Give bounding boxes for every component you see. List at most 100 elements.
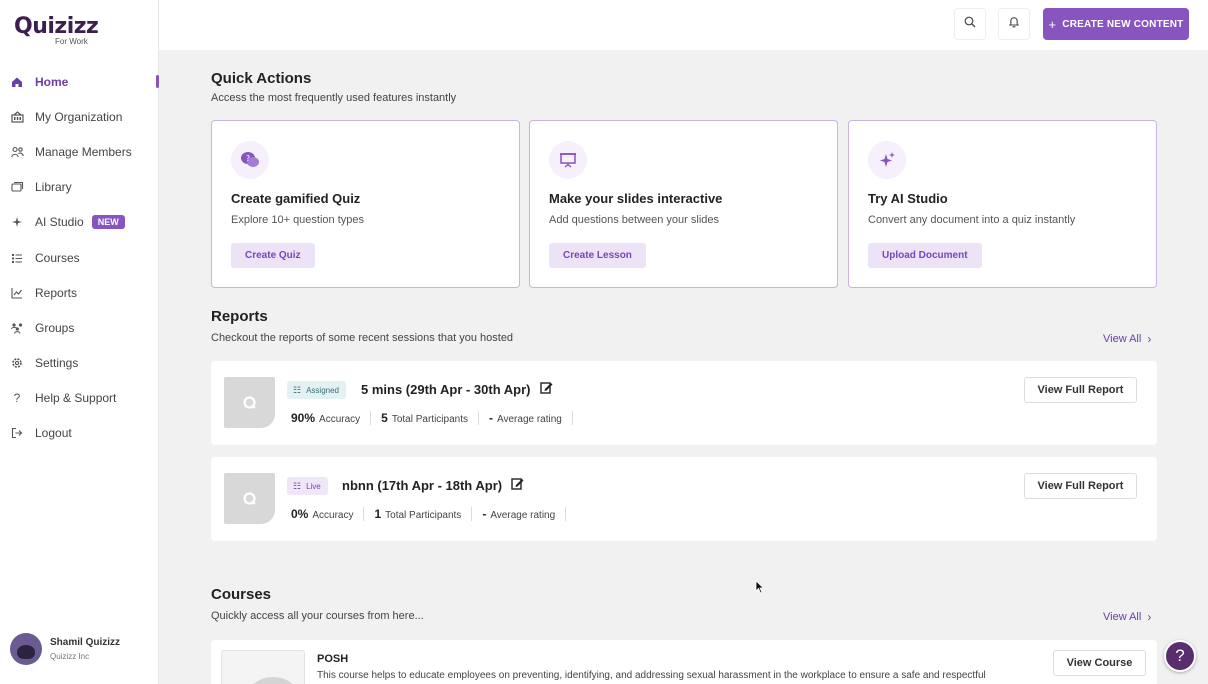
list-icon: ☷	[293, 384, 302, 395]
search-icon	[964, 15, 976, 33]
plus-icon: +	[1048, 16, 1057, 32]
courses-icon	[10, 251, 24, 265]
user-name: Shamil Quizizz	[50, 637, 121, 648]
accuracy-label: Accuracy	[312, 510, 354, 521]
sidebar-item-logout[interactable]: Logout	[0, 416, 159, 451]
sidebar-item-label: Groups	[35, 320, 75, 335]
logout-icon	[10, 426, 24, 440]
reports-view-all-link[interactable]: View All ›	[1103, 332, 1151, 346]
sparkle-icon	[10, 215, 24, 229]
accuracy-stat: 0% Accuracy	[291, 507, 365, 521]
create-new-content-button[interactable]: + CREATE NEW CONTENT	[1043, 8, 1189, 40]
list-icon: ☷	[293, 480, 302, 491]
chevron-right-icon: ›	[1147, 610, 1152, 624]
sidebar-item-label: Help & Support	[35, 391, 117, 406]
sidebar-item-home[interactable]: Home	[0, 64, 159, 99]
quick-action-title: Create gamified Quiz	[231, 191, 361, 206]
create-new-content-label: CREATE NEW CONTENT	[1062, 18, 1184, 30]
rating-value: -	[482, 507, 487, 521]
report-title-text: nbnn (17th Apr - 18th Apr)	[342, 477, 503, 493]
logo-subtext: For Work	[55, 37, 88, 46]
course-card[interactable]: POSH This course helps to educate employ…	[211, 640, 1157, 684]
quick-action-desc: Explore 10+ question types	[231, 214, 365, 226]
svg-text:?: ?	[246, 154, 250, 163]
reports-subtitle: Checkout the reports of some recent sess…	[211, 332, 514, 344]
accuracy-stat: 90% Accuracy	[291, 411, 372, 425]
sidebar-item-library[interactable]: Library	[0, 170, 159, 205]
user-profile[interactable]: Shamil Quizizz Quizizz Inc	[10, 633, 120, 665]
avatar	[10, 633, 42, 665]
topbar: + CREATE NEW CONTENT	[159, 0, 1208, 50]
sidebar-item-label: My Organization	[35, 109, 123, 124]
sidebar-nav: Home My Organization Manage Members Libr…	[0, 64, 159, 451]
sidebar-item-reports[interactable]: Reports	[0, 275, 159, 310]
courses-title: Courses	[211, 586, 272, 603]
notifications-button[interactable]	[998, 8, 1030, 40]
groups-icon	[10, 321, 24, 335]
rating-stat: - Average rating	[482, 507, 567, 521]
rating-value: -	[489, 411, 493, 425]
report-stats: 90% Accuracy 5 Total Participants - Average…	[291, 411, 583, 425]
status-badge: ☷ Assigned	[287, 381, 346, 399]
report-card[interactable]: ☷ Live nbnn (17th Apr - 18th Apr) 0% Accur…	[211, 457, 1157, 541]
courses-view-all-link[interactable]: View All ›	[1103, 610, 1151, 624]
accuracy-label: Accuracy	[319, 414, 361, 425]
quick-action-card-quiz[interactable]: ? Create gamified Quiz Explore 10+ quest…	[211, 120, 520, 288]
sidebar-item-manage-members[interactable]: Manage Members	[0, 134, 159, 169]
view-course-button[interactable]: View Course	[1053, 650, 1146, 676]
report-stats: 0% Accuracy 1 Total Participants - Average …	[291, 507, 576, 521]
gear-icon	[10, 356, 24, 370]
report-card[interactable]: ☷ Assigned 5 mins (29th Apr - 30th Apr) 9…	[211, 361, 1157, 445]
edit-icon[interactable]	[539, 381, 553, 397]
status-badge-label: Assigned	[306, 385, 339, 395]
sparkle-icon	[868, 141, 906, 179]
quick-action-desc: Convert any document into a quiz instant…	[868, 214, 1076, 226]
bell-icon	[1008, 15, 1020, 33]
rating-stat: - Average rating	[489, 411, 573, 425]
home-icon	[10, 75, 24, 89]
quick-action-card-ai-studio[interactable]: Try AI Studio Convert any document into …	[848, 120, 1157, 288]
sidebar-item-label: Logout	[35, 426, 72, 441]
help-fab-button[interactable]: ?	[1164, 640, 1196, 672]
status-badge-label: Live	[306, 481, 321, 491]
create-lesson-button[interactable]: Create Lesson	[549, 243, 646, 268]
create-quiz-button[interactable]: Create Quiz	[231, 243, 315, 268]
sidebar-item-courses[interactable]: Courses	[0, 240, 159, 275]
view-full-report-button[interactable]: View Full Report	[1024, 473, 1137, 499]
sidebar-item-label: Manage Members	[35, 144, 132, 159]
accuracy-value: 0%	[291, 507, 309, 521]
search-button[interactable]	[954, 8, 986, 40]
quick-action-desc: Add questions between your slides	[549, 214, 719, 226]
report-thumbnail	[224, 377, 275, 428]
quick-action-title: Make your slides interactive	[549, 191, 723, 206]
sidebar-item-label: Home	[35, 74, 69, 89]
view-full-report-button[interactable]: View Full Report	[1024, 377, 1137, 403]
logo-text: Quizizz	[14, 14, 99, 39]
library-icon	[10, 180, 24, 194]
edit-icon[interactable]	[511, 477, 524, 493]
report-thumbnail	[224, 473, 275, 524]
sidebar-item-label: Courses	[35, 250, 80, 265]
report-title: nbnn (17th Apr - 18th Apr)	[342, 477, 524, 493]
report-title-text: 5 mins (29th Apr - 30th Apr)	[361, 381, 531, 397]
sidebar-item-help-support[interactable]: ? Help & Support	[0, 381, 159, 416]
chart-icon	[10, 286, 24, 300]
view-all-label: View All	[1103, 333, 1142, 345]
rating-label: Average rating	[490, 510, 556, 521]
upload-document-button[interactable]: Upload Document	[868, 243, 982, 268]
quick-actions-title: Quick Actions	[211, 70, 312, 87]
quick-action-title: Try AI Studio	[868, 191, 948, 206]
sidebar-item-groups[interactable]: Groups	[0, 310, 159, 345]
sidebar-item-my-organization[interactable]: My Organization	[0, 99, 159, 134]
accuracy-value: 90%	[291, 411, 316, 425]
sidebar-item-ai-studio[interactable]: AI Studio NEW	[0, 205, 159, 240]
quick-action-card-lesson[interactable]: Make your slides interactive Add questio…	[529, 120, 838, 288]
presentation-icon	[549, 141, 587, 179]
sidebar-item-settings[interactable]: Settings	[0, 346, 159, 381]
quizizz-logo[interactable]: Quizizz For Work	[14, 14, 99, 46]
sidebar-item-label: AI Studio	[35, 215, 84, 230]
question-icon: ?	[13, 391, 21, 406]
sidebar-item-label: Library	[35, 180, 72, 195]
question-icon: ?	[1175, 646, 1185, 665]
rating-label: Average rating	[497, 414, 562, 425]
